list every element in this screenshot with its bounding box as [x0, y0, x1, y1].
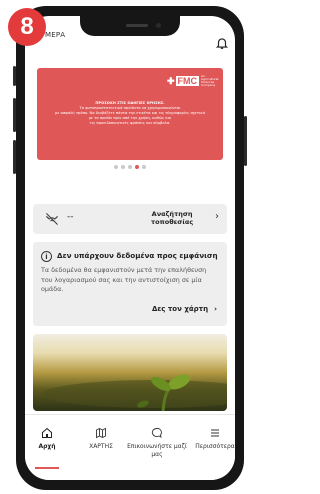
location-off-icon	[46, 213, 58, 225]
app-screen: ΜΕΡΑ ✚ FMC An Agricultural Sciences Comp…	[25, 16, 235, 480]
no-data-title: Δεν υπάρχουν δεδομένα προς εμφάνιση	[57, 251, 218, 260]
active-tab-indicator	[35, 467, 59, 469]
location-value: --	[67, 212, 74, 222]
tab-more-label: Περισσότερα	[195, 443, 235, 450]
field-sunrise-image	[33, 334, 227, 411]
bottom-tab-bar: Αρχή ΧΑΡΤΗΣ Επικοινωνήστε μαζί μας Περισ…	[25, 414, 235, 480]
plant-sprout-image	[43, 374, 227, 411]
fmc-logo: ✚ FMC An Agricultural Sciences Company	[166, 74, 219, 87]
tab-contact[interactable]: Επικοινωνήστε μαζί μας	[127, 427, 187, 459]
chat-icon	[151, 428, 162, 438]
info-icon: i	[41, 251, 52, 262]
carousel-dot[interactable]	[128, 165, 132, 169]
tab-more[interactable]: Περισσότερα	[191, 427, 235, 451]
home-icon	[42, 427, 52, 438]
tab-home[interactable]: Αρχή	[33, 427, 61, 451]
carousel-dot[interactable]	[121, 165, 125, 169]
tab-map[interactable]: ΧΑΡΤΗΣ	[81, 427, 121, 451]
banner-line: τις προειδοποιητικές φράσεις και σύμβολα…	[89, 121, 171, 125]
promo-banner[interactable]: ✚ FMC An Agricultural Sciences Company Π…	[37, 68, 223, 160]
fmc-logo-text: FMC	[175, 76, 199, 86]
front-camera	[156, 23, 161, 28]
no-data-description: Τα δεδομένα θα εμφανιστούν μετά την επαλ…	[41, 266, 207, 293]
fmc-logo-tagline: An Agricultural Sciences Company	[201, 74, 219, 87]
no-data-card: i Δεν υπάρχουν δεδομένα προς εμφάνιση Τα…	[33, 242, 227, 326]
carousel-dot[interactable]	[142, 165, 146, 169]
fmc-logo-mark: ✚	[166, 75, 175, 86]
chevron-right-icon: ›	[215, 211, 219, 222]
tab-home-label: Αρχή	[38, 443, 56, 450]
menu-icon	[211, 429, 219, 437]
view-map-label: Δες τον χάρτη	[151, 305, 209, 313]
tab-contact-label: Επικοινωνήστε μαζί μας	[127, 443, 187, 458]
speaker-grille	[126, 24, 148, 27]
carousel-dot-active[interactable]	[135, 165, 139, 169]
location-label-line: τοποθεσίας	[151, 218, 194, 226]
notch	[80, 16, 180, 36]
map-icon	[96, 427, 106, 439]
tab-map-label: ΧΑΡΤΗΣ	[89, 443, 113, 450]
header-title: ΜΕΡΑ	[45, 31, 66, 39]
volume-down-button	[13, 140, 16, 174]
view-map-link[interactable]: Δες τον χάρτη ›	[152, 305, 217, 313]
location-search-card[interactable]: -- Αναζήτηση τοποθεσίας ›	[33, 204, 227, 234]
step-number-badge: 8	[8, 8, 46, 46]
location-search-label: Αναζήτηση τοποθεσίας	[151, 210, 193, 226]
banner-text: ΠΡΟΣΟΧΗ ΣΤΙΣ ΟΔΗΓΙΕΣ ΧΡΗΣΗΣ. Τα φυτοπροσ…	[45, 101, 215, 126]
chevron-right-icon: ›	[214, 305, 217, 313]
bell-icon[interactable]	[215, 36, 229, 50]
power-button	[244, 116, 247, 166]
mute-switch	[13, 66, 16, 86]
location-label-line: Αναζήτηση	[151, 210, 193, 218]
carousel-dot[interactable]	[114, 165, 118, 169]
volume-up-button	[13, 98, 16, 132]
carousel-dots	[25, 165, 235, 169]
